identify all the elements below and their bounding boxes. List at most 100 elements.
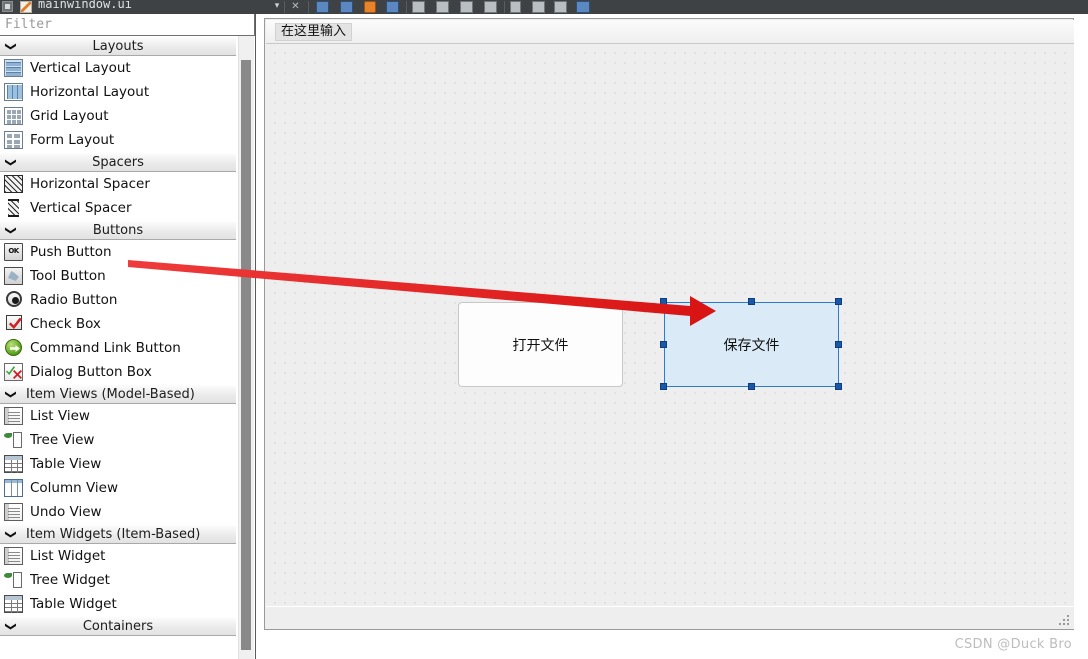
- widget-list-item[interactable]: Table View: [0, 452, 236, 476]
- chevron-down-icon[interactable]: ❯: [4, 528, 19, 542]
- widget-list-item[interactable]: Form Layout: [0, 128, 236, 152]
- form-layout-icon: [4, 131, 23, 149]
- break-layout-icon[interactable]: [554, 1, 567, 13]
- push-button-icon: OK: [4, 243, 23, 261]
- widget-list-item[interactable]: List View: [0, 404, 236, 428]
- radio-button-icon: [6, 291, 22, 307]
- vertical-layout-icon: [4, 59, 23, 77]
- layout-in-splitter-vertical-icon[interactable]: [484, 1, 497, 13]
- form-menubar[interactable]: 在这里输入: [266, 20, 1074, 44]
- widget-group-header[interactable]: ❯ Item Views (Model-Based): [0, 384, 236, 404]
- widget-item-label: Tree View: [30, 432, 95, 448]
- edit-tab-order-icon[interactable]: [386, 1, 399, 13]
- widget-item-label: List View: [30, 408, 90, 424]
- menubar-placeholder-item[interactable]: 在这里输入: [275, 23, 353, 41]
- widget-item-label: Form Layout: [30, 132, 115, 148]
- widget-list-item[interactable]: List Widget: [0, 544, 236, 568]
- tool-button-icon: [4, 267, 23, 285]
- widget-list-item[interactable]: Column View: [0, 476, 236, 500]
- selection-handle[interactable]: [747, 383, 755, 390]
- vertical-spacer-icon: [8, 199, 19, 217]
- dock-icon[interactable]: [2, 1, 13, 12]
- widget-group-header[interactable]: ❯ Buttons: [0, 220, 236, 240]
- layout-vertically-icon[interactable]: [436, 1, 449, 13]
- widget-group-header[interactable]: ❯ Containers: [0, 616, 236, 636]
- widget-list-item[interactable]: Table Widget: [0, 592, 236, 616]
- toolbar-separator: [284, 1, 285, 13]
- widget-list-item[interactable]: Horizontal Spacer: [0, 172, 236, 196]
- layout-in-form-icon[interactable]: [510, 1, 521, 13]
- widget-list-item[interactable]: Tree View: [0, 428, 236, 452]
- widget-list-item[interactable]: Horizontal Layout: [0, 80, 236, 104]
- layout-horizontally-icon[interactable]: [412, 1, 425, 13]
- widget-group-header[interactable]: ❯ Layouts: [0, 36, 236, 56]
- button-label: 保存文件: [723, 337, 780, 354]
- widget-category-list[interactable]: ❯ Layouts Vertical Layout Horizontal Layout…: [0, 36, 255, 659]
- widget-item-label: Table Widget: [30, 596, 117, 612]
- chevron-down-icon[interactable]: ❯: [4, 388, 19, 402]
- widget-item-label: Dialog Button Box: [30, 364, 152, 380]
- widget-group-title: Spacers: [92, 155, 144, 170]
- widget-item-label: Undo View: [30, 504, 102, 520]
- widget-item-label: List Widget: [30, 548, 106, 564]
- widget-item-label: Check Box: [30, 316, 101, 332]
- widget-item-label: Vertical Spacer: [30, 200, 132, 216]
- qt-designer-window: mainwindow.ui ▾ ✕ Filter ❯ Layouts Vertica…: [0, 0, 1088, 659]
- widget-list-item[interactable]: Vertical Layout: [0, 56, 236, 80]
- widget-group-header[interactable]: ❯ Item Widgets (Item-Based): [0, 524, 236, 544]
- widget-list-item[interactable]: OK Push Button: [0, 240, 236, 264]
- widget-list-item[interactable]: Tool Button: [0, 264, 236, 288]
- push-button-save-file[interactable]: 保存文件: [664, 302, 839, 387]
- widget-item-label: Vertical Layout: [30, 60, 131, 76]
- widget-group-title: Buttons: [92, 223, 144, 238]
- form-statusbar: [266, 606, 1074, 629]
- widget-list-item[interactable]: Check Box: [0, 312, 236, 336]
- widget-group-header[interactable]: ❯ Spacers: [0, 152, 236, 172]
- widget-list-item[interactable]: Grid Layout: [0, 104, 236, 128]
- widget-list-item[interactable]: Tree Widget: [0, 568, 236, 592]
- adjust-size-icon[interactable]: [576, 1, 590, 13]
- form-canvas[interactable]: 打开文件 保存文件: [266, 44, 1074, 606]
- grid-layout-icon: [4, 107, 23, 125]
- layout-in-splitter-horizontal-icon[interactable]: [460, 1, 473, 13]
- ui-file-icon: [20, 1, 32, 13]
- form-editor-area: 在这里输入 打开文件 保存文件: [256, 14, 1088, 659]
- sidebar-scrollbar-thumb[interactable]: [241, 60, 251, 650]
- widget-group-title: Item Widgets (Item-Based): [26, 527, 201, 542]
- toolbar-separator: [504, 1, 505, 13]
- chevron-down-icon[interactable]: ▾: [272, 1, 282, 11]
- widget-list-item[interactable]: Dialog Button Box: [0, 360, 236, 384]
- selection-handle[interactable]: [835, 298, 842, 305]
- selection-handle[interactable]: [835, 383, 842, 390]
- check-box-icon: [6, 315, 22, 330]
- tree-widget-icon: [4, 571, 23, 589]
- widget-item-label: Table View: [30, 456, 102, 472]
- widget-list-item[interactable]: Undo View: [0, 500, 236, 524]
- widget-group-title: Containers: [82, 619, 154, 634]
- layout-in-grid-icon[interactable]: [532, 1, 545, 13]
- watermark: CSDN @Duck Bro: [954, 637, 1072, 652]
- horizontal-layout-icon: [4, 83, 23, 101]
- filter-placeholder: Filter: [5, 17, 52, 32]
- horizontal-spacer-icon: [4, 175, 23, 193]
- widget-list-item[interactable]: Command Link Button: [0, 336, 236, 360]
- widget-item-label: Horizontal Layout: [30, 84, 150, 100]
- widget-item-label: Push Button: [30, 244, 112, 260]
- push-button-open-file[interactable]: 打开文件: [458, 302, 623, 387]
- toolbar-separator: [308, 1, 309, 13]
- edit-buddies-icon[interactable]: [364, 1, 376, 13]
- selection-handle[interactable]: [660, 298, 667, 305]
- widget-item-label: Radio Button: [30, 292, 118, 308]
- widget-list-item[interactable]: Vertical Spacer: [0, 196, 236, 220]
- selection-handle[interactable]: [747, 298, 755, 305]
- selection-handle[interactable]: [835, 340, 842, 348]
- selection-handle[interactable]: [660, 340, 667, 348]
- size-grip-icon[interactable]: [1059, 615, 1070, 626]
- edit-widgets-icon[interactable]: [316, 1, 329, 13]
- selection-handle[interactable]: [660, 383, 667, 390]
- widget-list-item[interactable]: Radio Button: [0, 288, 236, 312]
- table-view-icon: [4, 455, 23, 473]
- close-icon[interactable]: ✕: [290, 1, 301, 12]
- filter-input[interactable]: Filter: [0, 14, 255, 36]
- edit-signals-icon[interactable]: [340, 1, 353, 13]
